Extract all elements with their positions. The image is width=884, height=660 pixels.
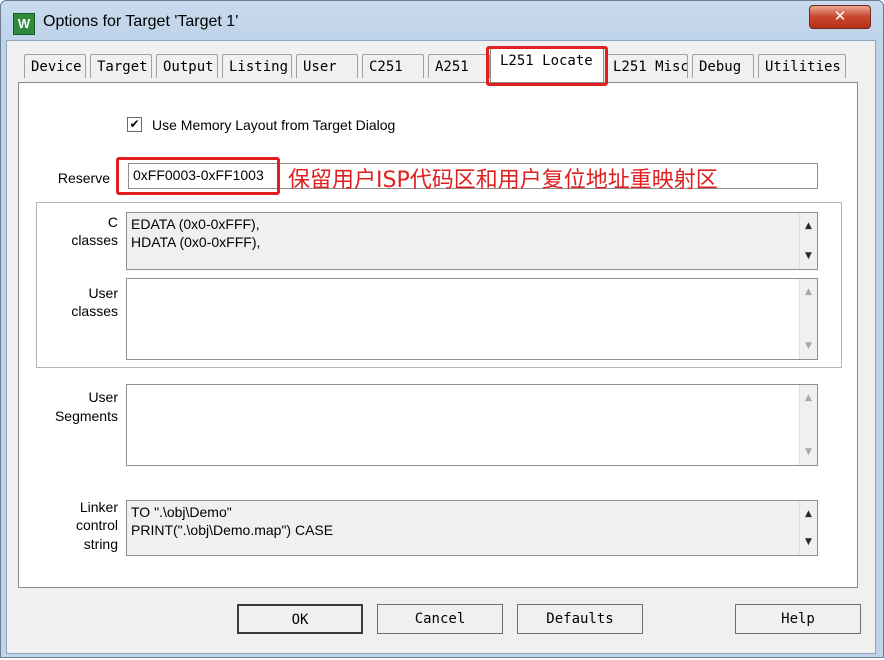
- scroll-down-icon[interactable]: ▼: [800, 443, 817, 461]
- user-segments-textarea[interactable]: ▲ ▼: [126, 384, 818, 466]
- c-classes-label-line-2: classes: [71, 232, 118, 248]
- scroll-up-icon[interactable]: ▲: [800, 505, 817, 523]
- reserve-highlight-box: [116, 157, 280, 195]
- user-classes-label-line-2: classes: [71, 303, 118, 319]
- reserve-label: Reserve: [57, 170, 110, 186]
- tab-a251[interactable]: A251: [428, 54, 490, 78]
- scroll-up-icon[interactable]: ▲: [800, 283, 817, 301]
- tab-highlight-box: [486, 46, 608, 86]
- user-segments-label-line-1: User: [88, 389, 118, 405]
- linker-control-textarea[interactable]: TO ".\obj\Demo" PRINT(".\obj\Demo.map") …: [126, 500, 818, 556]
- user-segments-scrollbar[interactable]: ▲ ▼: [799, 385, 817, 465]
- help-button[interactable]: Help: [735, 604, 861, 634]
- tab-utilities[interactable]: Utilities: [758, 54, 846, 78]
- tab-listing[interactable]: Listing: [222, 54, 292, 78]
- check-mark-icon: ✔: [129, 117, 140, 131]
- keil-uvision-icon: W: [13, 13, 35, 35]
- close-button[interactable]: ✕: [809, 5, 871, 29]
- linker-control-label-line-2: control: [75, 517, 118, 533]
- use-memory-layout-checkbox[interactable]: ✔: [127, 117, 142, 132]
- user-classes-textarea[interactable]: ▲ ▼: [126, 278, 818, 360]
- linker-control-line-1: TO ".\obj\Demo": [131, 504, 232, 520]
- c-classes-scrollbar[interactable]: ▲ ▼: [799, 213, 817, 269]
- tab-output[interactable]: Output: [156, 54, 218, 78]
- tab-target[interactable]: Target: [90, 54, 152, 78]
- linker-control-line-2: PRINT(".\obj\Demo.map") CASE: [131, 522, 334, 538]
- c-classes-line-2: HDATA (0x0-0xFFF),: [131, 234, 261, 250]
- tab-device[interactable]: Device: [24, 54, 86, 78]
- tab-debug[interactable]: Debug: [692, 54, 754, 78]
- user-classes-label-line-1: User: [88, 285, 118, 301]
- user-classes-scrollbar[interactable]: ▲ ▼: [799, 279, 817, 359]
- linker-control-scrollbar[interactable]: ▲ ▼: [799, 501, 817, 555]
- scroll-down-icon[interactable]: ▼: [800, 247, 817, 265]
- close-icon: ✕: [833, 7, 847, 25]
- user-segments-label-line-2: Segments: [54, 408, 118, 424]
- tab-user[interactable]: User: [296, 54, 358, 78]
- title-bar[interactable]: W Options for Target 'Target 1' ✕: [1, 1, 883, 41]
- use-memory-layout-label: Use Memory Layout from Target Dialog: [152, 117, 396, 133]
- scroll-up-icon[interactable]: ▲: [800, 217, 817, 235]
- tab-l251-misc[interactable]: L251 Misc: [606, 54, 688, 78]
- scroll-down-icon[interactable]: ▼: [800, 337, 817, 355]
- c-classes-textarea[interactable]: EDATA (0x0-0xFFF), HDATA (0x0-0xFFF), ▲ …: [126, 212, 818, 270]
- linker-control-label-line-3: string: [83, 536, 118, 552]
- annotation-text: 保留用户ISP代码区和用户复位地址重映射区: [288, 168, 718, 193]
- window-title: Options for Target 'Target 1': [43, 13, 239, 30]
- scroll-down-icon[interactable]: ▼: [800, 533, 817, 551]
- ok-button[interactable]: OK: [237, 604, 363, 634]
- linker-control-label-line-1: Linker: [79, 499, 118, 515]
- defaults-button[interactable]: Defaults: [517, 604, 643, 634]
- scroll-up-icon[interactable]: ▲: [800, 389, 817, 407]
- tab-c251[interactable]: C251: [362, 54, 424, 78]
- cancel-button[interactable]: Cancel: [377, 604, 503, 634]
- c-classes-label-line-1: C: [107, 214, 118, 230]
- c-classes-line-1: EDATA (0x0-0xFFF),: [131, 216, 260, 232]
